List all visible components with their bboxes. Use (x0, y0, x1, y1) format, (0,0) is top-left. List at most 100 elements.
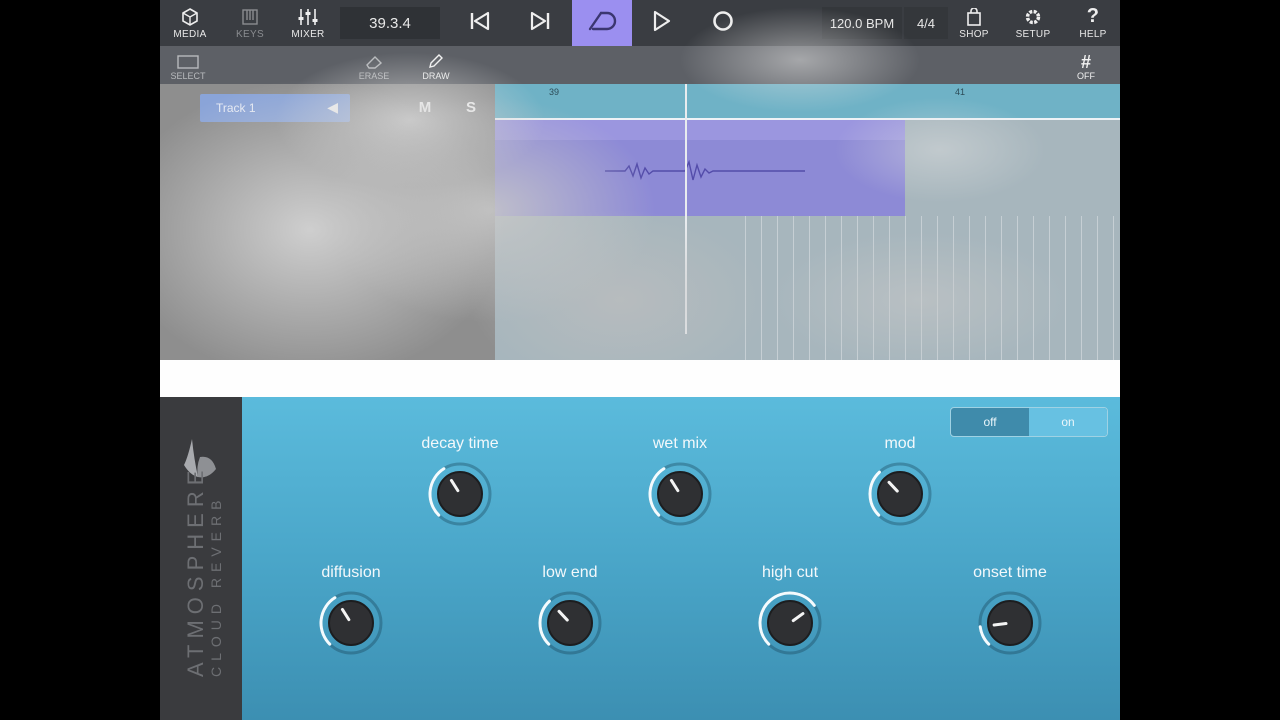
record-icon (712, 10, 734, 37)
power-toggle[interactable]: off on (950, 407, 1108, 437)
knob-graphic (648, 462, 712, 526)
high-cut-label: high cut (761, 564, 819, 581)
ruler-bar-39: 39 (549, 87, 560, 97)
power-on-option[interactable]: on (1029, 408, 1107, 436)
eraser-icon (364, 55, 384, 71)
help-button[interactable]: ? HELP (1073, 0, 1113, 46)
time-signature-display[interactable]: 4/4 (904, 7, 948, 39)
plugin-subtitle: CLOUD REVERB (208, 494, 224, 677)
position-display[interactable]: 39.3.4 (340, 7, 440, 39)
knob-body (547, 600, 593, 646)
play-button[interactable] (632, 0, 692, 46)
high-cut-knob[interactable] (755, 588, 825, 658)
knob-graphic (319, 591, 383, 655)
grid-toggle[interactable]: # OFF (1066, 46, 1106, 84)
knob-pointer (992, 622, 1008, 627)
decay-time-knob[interactable] (425, 459, 495, 529)
knob-graphic (758, 591, 822, 655)
loop-button[interactable] (572, 0, 632, 46)
track-header[interactable]: Track 1 ◀ (200, 94, 350, 122)
question-icon: ? (1086, 5, 1100, 27)
loop-region-line (495, 118, 1120, 120)
mixer-button[interactable]: MIXER (288, 0, 328, 46)
waveform (605, 159, 805, 181)
mute-button[interactable]: M (412, 94, 438, 120)
playhead[interactable] (685, 84, 687, 334)
tempo-display[interactable]: 120.0 BPM (822, 7, 902, 39)
skip-forward-icon (529, 11, 551, 36)
help-label: HELP (1079, 28, 1107, 40)
diffusion-knob[interactable] (316, 588, 386, 658)
knob-graphic (978, 591, 1042, 655)
onset-time-knob[interactable] (975, 588, 1045, 658)
gear-icon (1023, 7, 1043, 27)
plugin-sidebar: ATMOSPHERE CLOUD REVERB (160, 397, 244, 720)
draw-label: DRAW (422, 71, 450, 81)
top-toolbar: MEDIA KEYS MIXER 39.3.4 120.0 BPM 4/4 SH… (160, 0, 1120, 46)
low-end-knob[interactable] (535, 588, 605, 658)
diffusion-label: diffusion (321, 564, 381, 581)
setup-label: SETUP (1015, 28, 1051, 40)
draw-tool[interactable]: DRAW (416, 46, 456, 84)
timeline-ruler[interactable]: 39 41 (495, 84, 1120, 120)
decay-time-label: decay time (421, 435, 499, 452)
plugin-name: ATMOSPHERE (183, 464, 208, 677)
wet-mix-label: wet mix (652, 435, 708, 452)
collapse-arrow-icon[interactable]: ◀ (327, 99, 338, 116)
mod-knob[interactable] (865, 459, 935, 529)
track-name: Track 1 (216, 101, 256, 115)
knob-body (987, 600, 1033, 646)
solo-button[interactable]: S (458, 94, 484, 120)
grid-label: OFF (1077, 71, 1095, 81)
audio-clip[interactable] (495, 120, 905, 216)
pencil-icon (428, 53, 444, 71)
daw-app: MEDIA KEYS MIXER 39.3.4 120.0 BPM 4/4 SH… (160, 0, 1120, 720)
knob-body (437, 471, 483, 517)
mixer-label: MIXER (291, 28, 325, 40)
record-button[interactable] (693, 0, 753, 46)
media-label: MEDIA (173, 28, 207, 40)
cube-icon (181, 7, 199, 27)
knob-value-arc (978, 625, 991, 646)
wet-mix-knob[interactable] (645, 459, 715, 529)
keys-button[interactable]: KEYS (230, 0, 270, 46)
forward-button[interactable] (510, 0, 570, 46)
knob-body (877, 471, 923, 517)
knob-body (657, 471, 703, 517)
media-button[interactable]: MEDIA (170, 0, 210, 46)
power-off-option[interactable]: off (951, 408, 1029, 436)
low-end-label: low end (542, 564, 598, 581)
knob-graphic (868, 462, 932, 526)
edit-toolbar: SELECT ERASE DRAW # OFF (160, 46, 1120, 84)
skip-back-icon (469, 11, 491, 36)
knob-graphic (428, 462, 492, 526)
grid-icon: # (1080, 52, 1091, 72)
onset-time-label: onset time (973, 564, 1047, 581)
knob-graphic (538, 591, 602, 655)
knob-body (767, 600, 813, 646)
shop-button[interactable]: SHOP (954, 0, 994, 46)
shopping-bag-icon (966, 7, 982, 27)
loop-icon (587, 10, 617, 37)
shop-label: SHOP (959, 28, 989, 40)
arrangement-view[interactable]: 39 41 Track 1 ◀ M S (160, 84, 1120, 360)
erase-label: ERASE (358, 71, 390, 81)
sliders-icon (297, 7, 319, 27)
beat-grid (745, 216, 1120, 360)
clip-header (495, 120, 905, 140)
mod-label: mod (884, 435, 916, 452)
select-icon (177, 55, 199, 71)
select-label: SELECT (170, 71, 206, 81)
knob-body (328, 600, 374, 646)
atmosphere-plugin: ATMOSPHERE CLOUD REVERB off on decay tim… (160, 397, 1120, 720)
plugin-controls: off on decay time wet mix mod diffusion … (242, 397, 1120, 720)
keys-icon (241, 7, 259, 27)
setup-button[interactable]: SETUP (1013, 0, 1053, 46)
rewind-button[interactable] (450, 0, 510, 46)
play-icon (652, 10, 672, 37)
erase-tool[interactable]: ERASE (354, 46, 394, 84)
panel-divider (160, 360, 1120, 397)
ruler-bar-41: 41 (955, 87, 966, 97)
keys-label: KEYS (236, 28, 264, 40)
select-tool[interactable]: SELECT (168, 46, 208, 84)
